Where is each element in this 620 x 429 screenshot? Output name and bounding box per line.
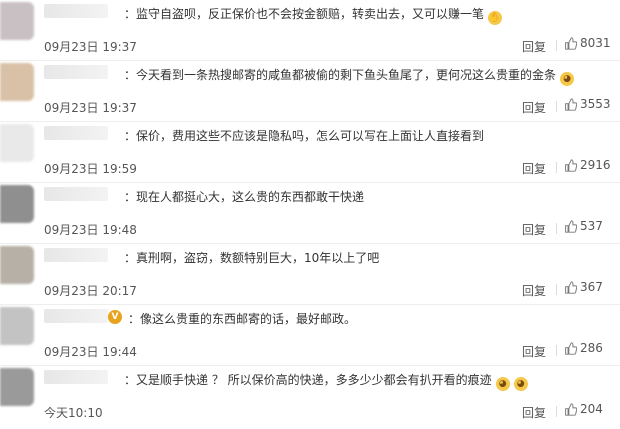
like-count: 367 bbox=[580, 280, 603, 294]
divider bbox=[556, 284, 557, 295]
comment-item: ：真刑啊，盗窃，数额特别巨大，10年以上了吧 09月23日 20:17 回复 3… bbox=[0, 244, 620, 305]
like-button[interactable]: 204 bbox=[564, 402, 603, 416]
thumbs-up-icon bbox=[565, 36, 577, 50]
comment-item: ：监守自盗呗，反正保价也不会按金额赔，转卖出去，又可以赚一笔 ✋ 09月23日 1… bbox=[0, 0, 620, 61]
avatar[interactable] bbox=[0, 368, 34, 406]
thumbs-up-icon bbox=[565, 280, 577, 294]
thumbs-up-icon bbox=[565, 158, 577, 172]
comment-text: ：保价，费用这些不应该是隐私吗，怎么可以写在上面让人直接看到 bbox=[124, 128, 484, 144]
comment-time: 09月23日 19:37 bbox=[44, 101, 137, 115]
like-count: 204 bbox=[580, 402, 603, 416]
divider bbox=[556, 40, 557, 51]
reply-button[interactable]: 回复 bbox=[522, 99, 546, 116]
like-count: 2916 bbox=[580, 158, 611, 172]
comment-time: 09月23日 19:48 bbox=[44, 223, 137, 237]
comment-text-content: ：真刑啊，盗窃，数额特别巨大，10年以上了吧 bbox=[124, 251, 380, 265]
reply-button[interactable]: 回复 bbox=[522, 343, 546, 360]
like-count: 3553 bbox=[580, 97, 611, 111]
like-count: 8031 bbox=[580, 36, 611, 50]
thumbs-up-icon bbox=[565, 402, 577, 416]
hands-emoji-icon: ✋ bbox=[488, 11, 503, 25]
avatar[interactable] bbox=[0, 2, 34, 40]
doge-emoji-icon: ◕ bbox=[495, 377, 510, 391]
doge-emoji-icon: ◕ bbox=[513, 377, 528, 391]
author-name-blurred[interactable] bbox=[44, 370, 108, 384]
reply-button[interactable]: 回复 bbox=[522, 221, 546, 238]
like-count: 537 bbox=[580, 219, 603, 233]
comment-text-content: ：保价，费用这些不应该是隐私吗，怎么可以写在上面让人直接看到 bbox=[124, 129, 485, 143]
avatar[interactable] bbox=[0, 124, 34, 162]
thumbs-up-icon bbox=[565, 97, 577, 111]
comment-item: ：现在人都挺心大，这么贵的东西都敢干快递 09月23日 19:48 回复 537 bbox=[0, 183, 620, 244]
verified-badge-icon: V bbox=[108, 310, 122, 324]
thumbs-up-icon bbox=[565, 341, 577, 355]
avatar[interactable] bbox=[0, 307, 34, 345]
comment-time: 09月23日 19:59 bbox=[44, 162, 137, 176]
like-count: 286 bbox=[580, 341, 603, 355]
divider bbox=[556, 162, 557, 173]
author-name-blurred[interactable] bbox=[44, 4, 108, 18]
author-name-blurred[interactable] bbox=[44, 248, 108, 262]
doge-emoji-icon: ◕ bbox=[560, 72, 575, 86]
comment-text-content: ：现在人都挺心大，这么贵的东西都敢干快递 bbox=[124, 190, 365, 204]
comment-item: ：又是顺手快递 ？ 所以保价高的快递，多多少少都会有扒开看的痕迹 ◕ ◕ 今天10:… bbox=[0, 366, 620, 427]
divider bbox=[556, 223, 557, 234]
comment-text: ：像这么贵重的东西邮寄的话，最好邮政。 bbox=[128, 311, 356, 327]
reply-button[interactable]: 回复 bbox=[522, 160, 546, 177]
comment-text: ：今天看到一条热搜邮寄的咸鱼都被偷的剩下鱼头鱼尾了，更何况这么贵重的金条 ◕ bbox=[124, 67, 575, 86]
comment-item: V ：像这么贵重的东西邮寄的话，最好邮政。 09月23日 19:44 回复 28… bbox=[0, 305, 620, 366]
comment-text-content: ：像这么贵重的东西邮寄的话，最好邮政。 bbox=[128, 312, 357, 326]
author-name-blurred[interactable] bbox=[44, 126, 108, 140]
like-button[interactable]: 8031 bbox=[564, 36, 611, 50]
author-name-blurred[interactable] bbox=[44, 309, 108, 323]
avatar[interactable] bbox=[0, 63, 34, 101]
comment-text: ：又是顺手快递 ？ 所以保价高的快递，多多少少都会有扒开看的痕迹 ◕ ◕ bbox=[124, 372, 528, 391]
like-button[interactable]: 286 bbox=[564, 341, 603, 355]
like-button[interactable]: 2916 bbox=[564, 158, 611, 172]
author-name-blurred[interactable] bbox=[44, 65, 108, 79]
comment-text: ：监守自盗呗，反正保价也不会按金额赔，转卖出去，又可以赚一笔 ✋ bbox=[124, 6, 503, 25]
avatar[interactable] bbox=[0, 246, 34, 284]
like-button[interactable]: 3553 bbox=[564, 97, 611, 111]
comment-text-content: ：监守自盗呗，反正保价也不会按金额赔，转卖出去，又可以赚一笔 bbox=[124, 7, 485, 21]
comment-time: 09月23日 19:37 bbox=[44, 40, 137, 54]
divider bbox=[556, 345, 557, 356]
comment-list: ：监守自盗呗，反正保价也不会按金额赔，转卖出去，又可以赚一笔 ✋ 09月23日 1… bbox=[0, 0, 620, 429]
comment-text-content: ：又是顺手快递 ？ 所以保价高的快递，多多少少都会有扒开看的痕迹 bbox=[124, 373, 492, 387]
author-name-blurred[interactable] bbox=[44, 187, 108, 201]
like-button[interactable]: 367 bbox=[564, 280, 603, 294]
thumbs-up-icon bbox=[565, 219, 577, 233]
comment-item: ：今天看到一条热搜邮寄的咸鱼都被偷的剩下鱼头鱼尾了，更何况这么贵重的金条 ◕ 09… bbox=[0, 61, 620, 122]
comment-item: ：保价，费用这些不应该是隐私吗，怎么可以写在上面让人直接看到 09月23日 19… bbox=[0, 122, 620, 183]
reply-button[interactable]: 回复 bbox=[522, 404, 546, 421]
comment-time: 09月23日 20:17 bbox=[44, 284, 137, 298]
comment-text: ：现在人都挺心大，这么贵的东西都敢干快递 bbox=[124, 189, 364, 205]
like-button[interactable]: 537 bbox=[564, 219, 603, 233]
comment-text: ：真刑啊，盗窃，数额特别巨大，10年以上了吧 bbox=[124, 250, 379, 266]
comment-time: 09月23日 19:44 bbox=[44, 345, 137, 359]
reply-button[interactable]: 回复 bbox=[522, 282, 546, 299]
comment-text-content: ：今天看到一条热搜邮寄的咸鱼都被偷的剩下鱼头鱼尾了，更何况这么贵重的金条 bbox=[124, 68, 557, 82]
reply-button[interactable]: 回复 bbox=[522, 38, 546, 55]
comment-time: 今天10:10 bbox=[44, 406, 103, 420]
avatar[interactable] bbox=[0, 185, 34, 223]
divider bbox=[556, 406, 557, 417]
divider bbox=[556, 101, 557, 112]
